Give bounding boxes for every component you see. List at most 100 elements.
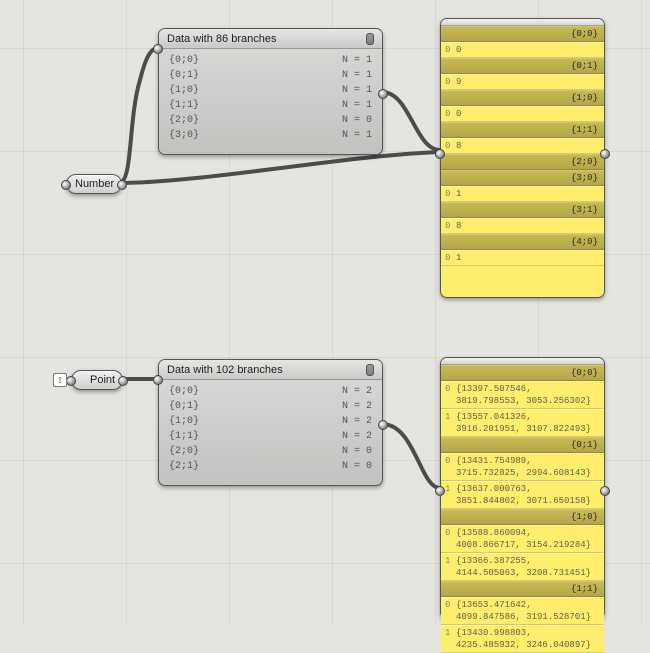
branch-value-row: 00 [441, 42, 604, 58]
data-panel-2-input-port[interactable] [435, 486, 445, 496]
point-param-label: Point [90, 374, 115, 386]
data-panel-2[interactable]: {0;0}0{13397.507546, 3819.798553, 3053.2… [440, 357, 605, 619]
param-viewer-panel-2[interactable]: Data with 102 branches {0;0}N = 2{0;1}N … [158, 359, 383, 486]
branch-header: {1;1} [441, 581, 604, 597]
branch-count: N = 2 [342, 429, 372, 444]
branch-header: {1;0} [441, 90, 604, 106]
branch-path: {1;0} [169, 414, 199, 429]
branch-value-row: 00 [441, 106, 604, 122]
branch-path: {1;0} [169, 83, 199, 98]
value-index: 0 [445, 383, 453, 407]
value-index: 1 [445, 555, 453, 579]
number-param[interactable]: Number [66, 174, 122, 194]
panel-1-input-port[interactable] [153, 44, 163, 54]
branch-header: {1;1} [441, 122, 604, 138]
branch-path: {0;1} [169, 68, 199, 83]
value-text: {13366.387255, 4144.505063, 3208.731451} [456, 555, 600, 579]
branch-count: N = 2 [342, 414, 372, 429]
branch-value-row: 0{13588.860094, 4008.866717, 3154.219284… [441, 525, 604, 553]
point-output-port[interactable] [118, 376, 128, 386]
value-index: 0 [445, 108, 453, 120]
branch-value-row: 0{13431.754989, 3715.732825, 2994.608143… [441, 453, 604, 481]
value-text: 0 [456, 44, 461, 56]
panel-2-body: {0;0}N = 2{0;1}N = 2{1;0} N = 2 {1;1} N = 2… [159, 380, 382, 480]
panel-row: {2;0}N = 0 [169, 444, 372, 459]
branch-header: {3;1} [441, 202, 604, 218]
value-index: 1 [445, 483, 453, 507]
branch-path: {3;0} [169, 128, 199, 143]
panel-2-output-port[interactable] [378, 420, 388, 430]
data-panel-2-output-port[interactable] [600, 486, 610, 496]
branch-value-row: 09 [441, 74, 604, 90]
panel-row: {1;1} N = 2 [169, 429, 372, 444]
value-index: 0 [445, 455, 453, 479]
number-input-port[interactable] [61, 180, 71, 190]
panel-row: {1;0} N = 2 [169, 414, 372, 429]
branch-path: {0;0} [169, 53, 199, 68]
branch-value-row: 08 [441, 218, 604, 234]
value-text: {13653.471642, 4099.847586, 3191.528701} [456, 599, 600, 623]
panel-1-grip[interactable] [366, 33, 374, 45]
branch-header: {3;0} [441, 170, 604, 186]
value-index: 1 [445, 411, 453, 435]
panel-row: {0;1} N = 1 [169, 68, 372, 83]
branch-count: N = 0 [342, 444, 372, 459]
data-panel-1-body: {0;0}00{0;1}09{1;0}00{1;1}08{2;0}{3;0}01… [441, 26, 604, 266]
value-index: 0 [445, 220, 453, 232]
data-panel-1-header[interactable] [441, 19, 604, 26]
branch-count: N = 0 [342, 459, 372, 474]
data-panel-1-input-port[interactable] [435, 149, 445, 159]
value-index: 0 [445, 76, 453, 88]
value-index: 0 [445, 527, 453, 551]
panel-2-title: Data with 102 branches [167, 364, 283, 376]
value-text: {13430.998803, 4235.485932, 3246.040897} [456, 627, 600, 651]
branch-count: N = 1 [342, 68, 372, 83]
value-index: 0 [445, 140, 453, 152]
value-index: 1 [445, 627, 453, 651]
value-text: 1 [456, 188, 461, 200]
value-index: 0 [445, 252, 453, 264]
branch-count: N = 1 [342, 83, 372, 98]
branch-header: {0;1} [441, 437, 604, 453]
panel-1-title: Data with 86 branches [167, 33, 276, 45]
value-index: 0 [445, 599, 453, 623]
value-text: 9 [456, 76, 461, 88]
panel-1-output-port[interactable] [378, 89, 388, 99]
branch-value-row: 08 [441, 138, 604, 154]
branch-header: {0;1} [441, 58, 604, 74]
branch-path: {1;1} [169, 429, 199, 444]
panel-row: {2;1}N = 0 [169, 459, 372, 474]
value-text: {13637.000763, 3851.844802, 3071.650158} [456, 483, 600, 507]
value-index: 0 [445, 188, 453, 200]
panel-2-grip[interactable] [366, 364, 374, 376]
value-index: 0 [445, 44, 453, 56]
value-text: 0 [456, 108, 461, 120]
panel-1-header[interactable]: Data with 86 branches [159, 29, 382, 49]
panel-2-header[interactable]: Data with 102 branches [159, 360, 382, 380]
branch-value-row: 01 [441, 250, 604, 266]
panel-row: {0;0}N = 1 [169, 53, 372, 68]
data-panel-1-output-port[interactable] [600, 149, 610, 159]
point-input-port[interactable] [66, 376, 76, 386]
number-output-port[interactable] [117, 180, 127, 190]
number-param-label: Number [75, 178, 114, 190]
branch-count: N = 2 [342, 399, 372, 414]
point-icon: ⟟ [53, 373, 67, 387]
value-text: 8 [456, 140, 461, 152]
branch-count: N = 2 [342, 384, 372, 399]
branch-header: {0;0} [441, 365, 604, 381]
data-panel-2-header[interactable] [441, 358, 604, 365]
data-panel-1[interactable]: {0;0}00{0;1}09{1;0}00{1;1}08{2;0}{3;0}01… [440, 18, 605, 298]
panel-row: {0;1}N = 2 [169, 399, 372, 414]
point-param[interactable]: Point [71, 370, 123, 390]
branch-header: {4;0} [441, 234, 604, 250]
panel-2-input-port[interactable] [153, 375, 163, 385]
value-text: {13431.754989, 3715.732825, 2994.608143} [456, 455, 600, 479]
branch-header: {1;0} [441, 509, 604, 525]
param-viewer-panel-1[interactable]: Data with 86 branches {0;0}N = 1{0;1}N =… [158, 28, 383, 155]
panel-row: {0;0}N = 2 [169, 384, 372, 399]
panel-row: {2;0} N = 0 [169, 113, 372, 128]
branch-count: N = 0 [342, 113, 372, 128]
branch-path: {2;0} [169, 113, 199, 128]
panel-1-body: {0;0}N = 1{0;1}N = 1{1;0}N = 1{1;1}N = 1… [159, 49, 382, 149]
